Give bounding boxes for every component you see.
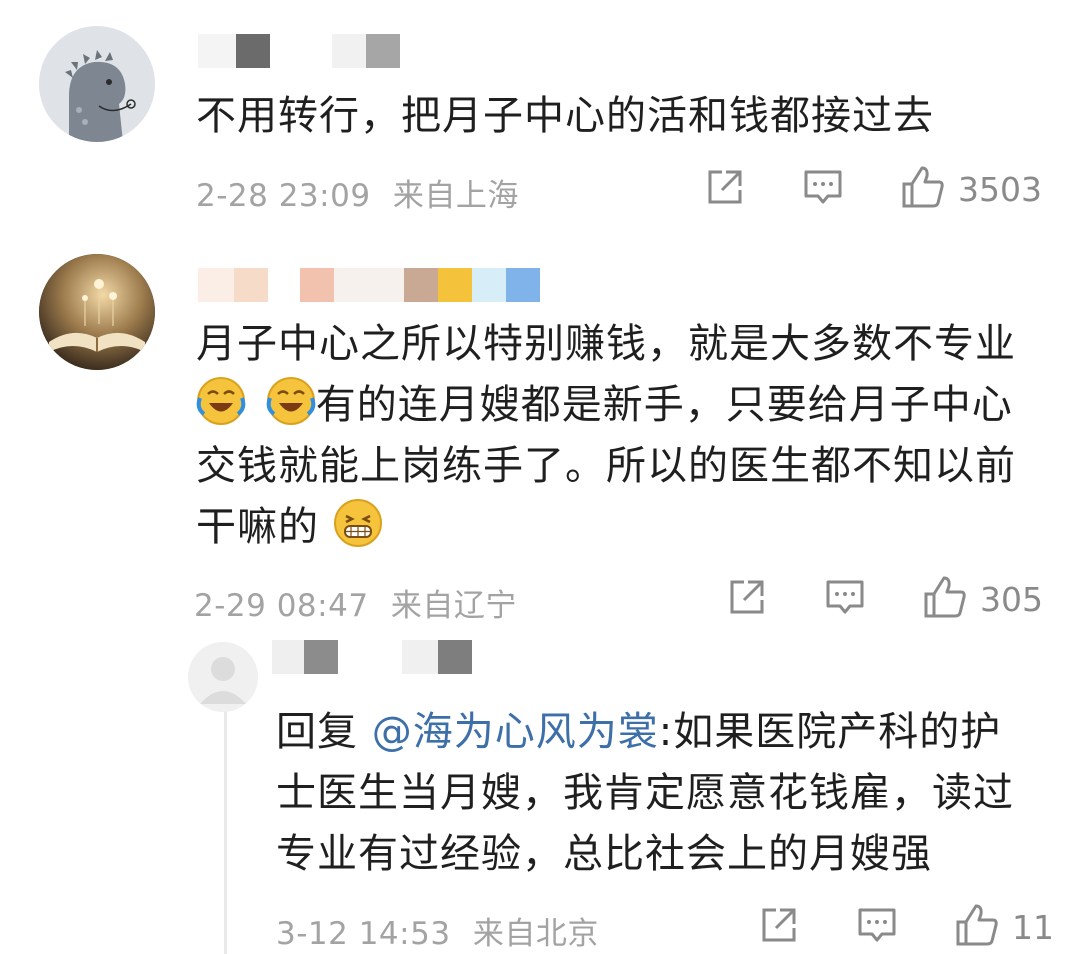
book-icon: [39, 254, 155, 370]
comment-text-line-rest: 干嘛的: [196, 504, 319, 550]
comment-text-line: 月子中心之所以特别赚钱，就是大多数不专业: [196, 321, 1016, 367]
comment-icon[interactable]: [802, 166, 844, 212]
reply-time: 3-12 14:53: [276, 916, 451, 952]
comment-text-line: 有的连月嫂都是新手，只要给月子中心: [196, 375, 1056, 436]
reply-location: 来自北京: [472, 916, 599, 952]
comment-text-line: 交钱就能上岗练手了。所以的医生都不知以前: [196, 443, 1016, 489]
default-avatar-icon: [188, 642, 258, 712]
like-count: 3503: [958, 169, 1042, 209]
laugh-cry-emoji-icon: [266, 376, 316, 426]
thumbs-up-icon[interactable]: [900, 164, 946, 214]
username-redacted[interactable]: [198, 34, 400, 68]
reply-prefix: 回复: [276, 709, 372, 755]
mention-link[interactable]: @海为心风为裳: [372, 709, 659, 755]
comment-text: 月子中心之所以特别赚钱，就是大多数不专业 有的连月嫂都是新手，只要给月子中心 交…: [196, 314, 1056, 558]
username-redacted[interactable]: [272, 640, 472, 674]
reply-text-line: 士医生当月嫂，我肯定愿意花钱雇，读过: [276, 770, 1014, 816]
comment-actions: 305: [726, 574, 1043, 624]
comment-item: 不用转行，把月子中心的活和钱都接过去 2-28 23:09 来自上海 3503: [0, 0, 1080, 230]
reply-text-line: 专业有过经验，总比社会上的月嫂强: [276, 831, 932, 877]
reply-meta: 3-12 14:53 来自北京: [276, 908, 599, 953]
comment-text-line-rest: 有的连月嫂都是新手，只要给月子中心: [315, 382, 1013, 428]
share-icon[interactable]: [758, 904, 800, 950]
comment-location: 来自上海: [392, 178, 519, 214]
share-icon[interactable]: [704, 166, 746, 212]
thumbs-up-icon[interactable]: [954, 902, 1000, 952]
reply-item: 回复 @海为心风为裳:如果医院产科的护 士医生当月嫂，我肯定愿意花钱雇，读过 专…: [0, 630, 1080, 954]
reply-text: 回复 @海为心风为裳:如果医院产科的护 士医生当月嫂，我肯定愿意花钱雇，读过 专…: [276, 702, 1056, 885]
comment-icon[interactable]: [856, 904, 898, 950]
reply-avatar[interactable]: [188, 642, 258, 712]
share-icon[interactable]: [726, 576, 768, 622]
username-redacted[interactable]: [198, 268, 540, 302]
reply-text-rest: :如果医院产科的护: [658, 709, 1002, 755]
comment-time: 2-29 08:47: [194, 588, 369, 624]
comment-text: 不用转行，把月子中心的活和钱都接过去: [196, 93, 934, 139]
comment-text-line: 干嘛的: [196, 497, 1056, 558]
comment-item: 月子中心之所以特别赚钱，就是大多数不专业 有的连月嫂都是新手，只要给月子中心 交…: [0, 230, 1080, 650]
comment-meta: 2-28 23:09 来自上海: [196, 170, 519, 215]
reply-actions: 11: [758, 902, 1054, 952]
comment-meta: 2-29 08:47 来自辽宁: [194, 580, 517, 625]
comment-actions: 3503: [704, 164, 1042, 214]
user-avatar[interactable]: [39, 26, 155, 142]
comment-time: 2-28 23:09: [196, 178, 371, 214]
reply-text-line: 回复 @海为心风为裳:如果医院产科的护: [276, 702, 1056, 763]
laugh-cry-emoji-icon: [196, 376, 246, 426]
comment-icon[interactable]: [824, 576, 866, 622]
thumbs-up-icon[interactable]: [922, 574, 968, 624]
comment-location: 来自辽宁: [390, 588, 517, 624]
user-avatar[interactable]: [39, 254, 155, 370]
dinosaur-icon: [39, 26, 155, 142]
grin-emoji-icon: [333, 498, 383, 548]
like-count: 305: [980, 579, 1043, 619]
like-count: 11: [1012, 907, 1054, 947]
